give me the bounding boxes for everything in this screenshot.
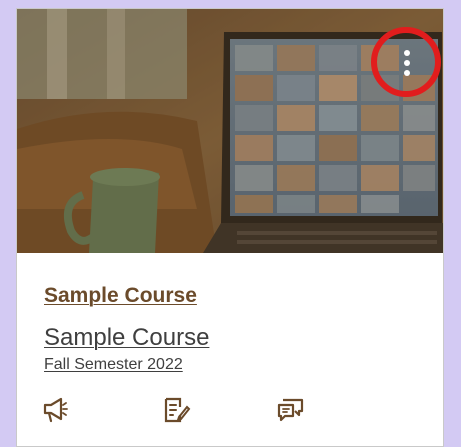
course-card-image [17,9,443,253]
page-background: Sample Course Sample Course Fall Semeste… [0,0,461,447]
assignments-icon [164,397,191,423]
course-code-link[interactable]: Sample Course [44,324,209,352]
more-options-icon-dot-2 [404,60,410,66]
course-name-link[interactable]: Sample Course [44,284,197,308]
course-card-actions [17,395,443,431]
more-options-icon-dot-3 [404,70,410,76]
course-card-body: Sample Course Sample Course Fall Semeste… [17,253,443,446]
course-term-link[interactable]: Fall Semester 2022 [44,356,183,374]
more-options-button[interactable] [372,27,442,97]
discussions-button[interactable] [275,395,305,425]
announcements-button[interactable] [39,395,69,425]
discussions-icon [277,398,304,422]
assignments-button[interactable] [161,395,191,425]
more-options-icon-dot-1 [404,50,410,56]
announcements-icon [43,397,68,423]
course-card: Sample Course Sample Course Fall Semeste… [16,8,444,447]
